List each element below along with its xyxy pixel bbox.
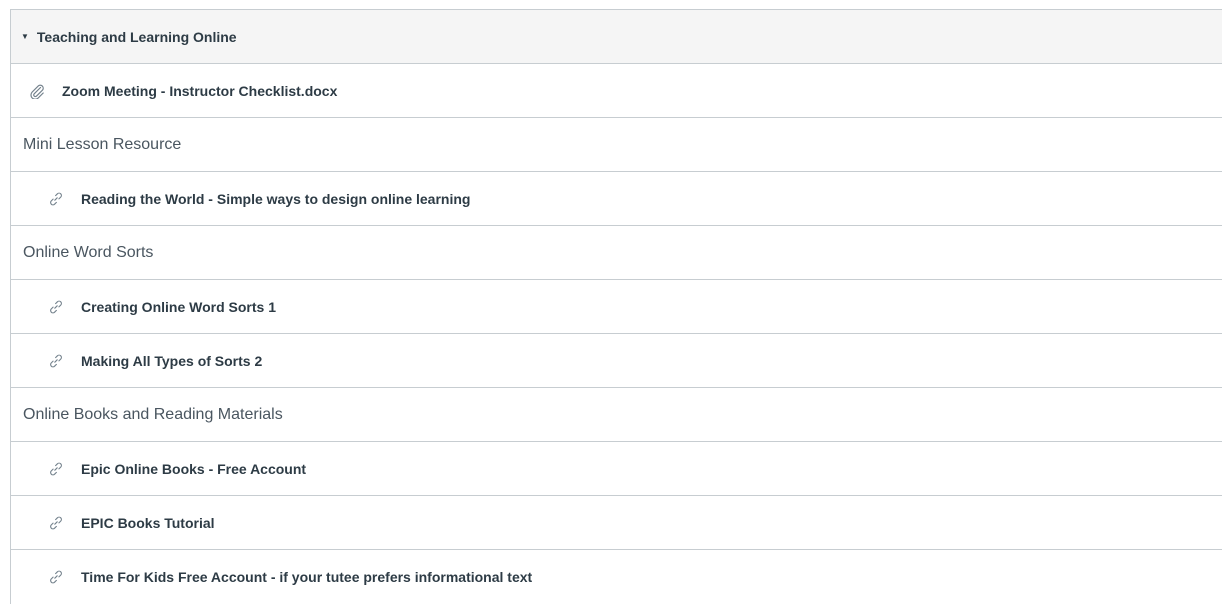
module-item-link: Making All Types of Sorts 2 (11, 334, 1222, 388)
module-header[interactable]: ▼ Teaching and Learning Online (11, 10, 1222, 64)
module-teaching-and-learning-online: ▼ Teaching and Learning Online Zoom Meet… (10, 9, 1222, 604)
link-icon (47, 568, 65, 586)
module-item-link: Reading the World - Simple ways to desig… (11, 172, 1222, 226)
subheader-title: Online Word Sorts (23, 243, 154, 261)
module-item-title[interactable]: EPIC Books Tutorial (81, 515, 215, 531)
module-item-link: EPIC Books Tutorial (11, 496, 1222, 550)
module-item-file: Zoom Meeting - Instructor Checklist.docx (11, 64, 1222, 118)
link-icon (47, 514, 65, 532)
module-item-title[interactable]: Epic Online Books - Free Account (81, 461, 306, 477)
module-subheader: Mini Lesson Resource (11, 118, 1222, 172)
subheader-title: Mini Lesson Resource (23, 135, 182, 153)
module-item-title[interactable]: Zoom Meeting - Instructor Checklist.docx (62, 83, 337, 99)
module-item-title[interactable]: Reading the World - Simple ways to desig… (81, 191, 470, 207)
module-item-title[interactable]: Making All Types of Sorts 2 (81, 353, 262, 369)
module-item-link: Creating Online Word Sorts 1 (11, 280, 1222, 334)
module-item-link: Time For Kids Free Account - if your tut… (11, 550, 1222, 604)
paperclip-icon (28, 82, 46, 100)
link-icon (47, 460, 65, 478)
module-subheader: Online Word Sorts (11, 226, 1222, 280)
link-icon (47, 190, 65, 208)
module-item-title[interactable]: Creating Online Word Sorts 1 (81, 299, 276, 315)
subheader-title: Online Books and Reading Materials (23, 405, 283, 423)
module-subheader: Online Books and Reading Materials (11, 388, 1222, 442)
link-icon (47, 298, 65, 316)
caret-down-icon[interactable]: ▼ (21, 32, 29, 41)
module-item-title[interactable]: Time For Kids Free Account - if your tut… (81, 569, 532, 585)
module-title: Teaching and Learning Online (36, 28, 237, 45)
module-item-link: Epic Online Books - Free Account (11, 442, 1222, 496)
link-icon (47, 352, 65, 370)
